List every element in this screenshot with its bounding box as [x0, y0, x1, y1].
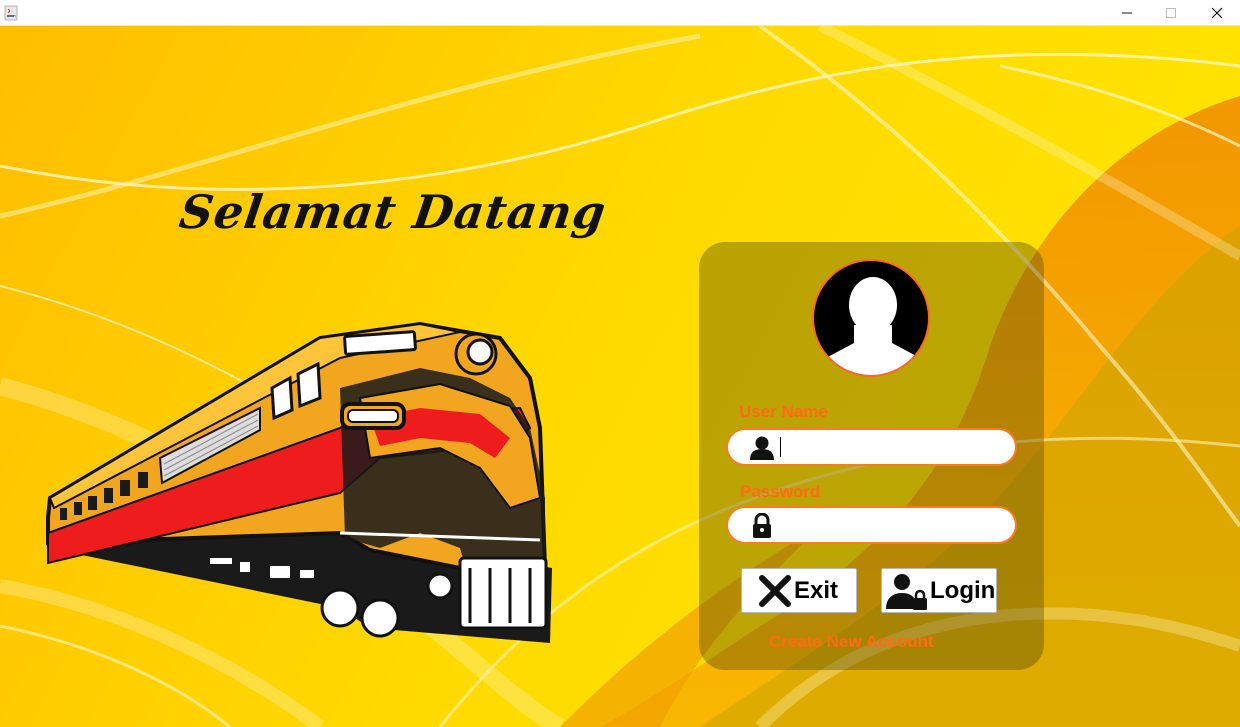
- java-cup-icon: [4, 5, 18, 21]
- window-titlebar: [0, 0, 1240, 26]
- login-button[interactable]: Login: [881, 568, 997, 613]
- avatar-silhouette-icon: [824, 277, 922, 375]
- password-field-wrapper: [726, 506, 1017, 544]
- close-icon: [1211, 7, 1223, 19]
- username-input[interactable]: [780, 434, 1005, 460]
- welcome-heading: Selamat Datang: [176, 185, 610, 239]
- maximize-icon: [1166, 8, 1176, 18]
- user-icon: [750, 436, 774, 460]
- close-x-icon: [759, 574, 791, 607]
- username-label: User Name: [739, 402, 828, 421]
- login-button-label: Login: [930, 576, 996, 604]
- password-label: Password: [740, 482, 821, 501]
- lock-icon: [753, 513, 771, 538]
- username-field-wrapper: [726, 428, 1017, 466]
- minimize-icon: [1122, 12, 1132, 14]
- close-button[interactable]: [1194, 0, 1240, 26]
- exit-button[interactable]: Exit: [741, 568, 857, 613]
- create-account-link[interactable]: Create New Account: [769, 632, 934, 652]
- exit-button-label: Exit: [794, 576, 839, 604]
- login-background: Selamat Datang User Name Password Exit L…: [0, 26, 1240, 727]
- user-lock-icon: [886, 573, 927, 610]
- login-panel: User Name Password Exit Login Create New…: [699, 242, 1044, 670]
- text-caret: [780, 437, 781, 457]
- train-illustration: [46, 321, 552, 643]
- avatar: [812, 259, 930, 377]
- password-input[interactable]: [780, 512, 1005, 538]
- maximize-button[interactable]: [1148, 0, 1194, 26]
- minimize-button[interactable]: [1104, 0, 1150, 26]
